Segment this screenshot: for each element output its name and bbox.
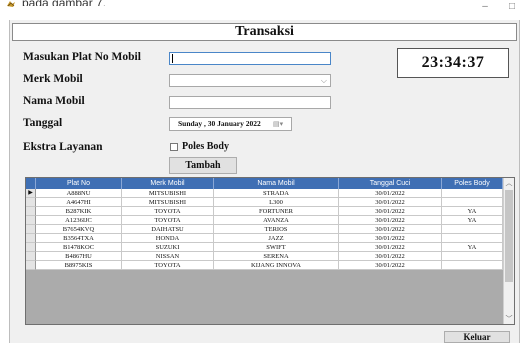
cell-poles	[442, 225, 503, 234]
cell-tanggal: 30/01/2022	[339, 216, 442, 225]
table-row[interactable]: B287KIK TOYOTA FORTUNER 30/01/2022 YA	[26, 207, 503, 216]
poles-body-label: Poles Body	[182, 141, 229, 152]
cell-nama: JAZZ	[214, 234, 339, 243]
table-row[interactable]: B3564TXA HONDA JAZZ 30/01/2022	[26, 234, 503, 243]
transaksi-grid: Plat No Merk Mobil Nama Mobil Tanggal Cu…	[25, 177, 515, 325]
merk-combobox[interactable]: ⌵	[169, 74, 331, 87]
cell-poles	[442, 261, 503, 270]
cell-merk: TOYOTA	[122, 261, 214, 270]
cell-nama: KIJANG INNOVA	[214, 261, 339, 270]
col-header-tanggal[interactable]: Tanggal Cuci	[339, 178, 442, 189]
cell-tanggal: 30/01/2022	[339, 207, 442, 216]
table-row[interactable]: B1478KOC SUZUKI SWIFT 30/01/2022 YA	[26, 243, 503, 252]
table-row[interactable]: B7654KVQ DAIHATSU TERIOS 30/01/2022	[26, 225, 503, 234]
cell-poles: YA	[442, 216, 503, 225]
grid-vertical-scrollbar[interactable]: ︿ ﹀	[503, 178, 514, 324]
keluar-button[interactable]: Keluar	[444, 331, 510, 343]
cell-poles: YA	[442, 243, 503, 252]
nama-input[interactable]	[169, 96, 331, 109]
cell-poles	[442, 198, 503, 207]
cell-poles: YA	[442, 207, 503, 216]
tambah-button[interactable]: Tambah	[169, 157, 237, 174]
cell-tanggal: 30/01/2022	[339, 225, 442, 234]
cell-poles	[442, 189, 503, 198]
cell-tanggal: 30/01/2022	[339, 243, 442, 252]
chevron-down-icon: ⌵	[320, 76, 327, 85]
table-row[interactable]: ▶ A888NU MITSUBISHI STRADA 30/01/2022	[26, 189, 503, 198]
col-header-poles[interactable]: Poles Body	[442, 178, 503, 189]
cell-nama: SWIFT	[214, 243, 339, 252]
poles-body-checkbox[interactable]	[170, 143, 178, 151]
cell-nama: STRADA	[214, 189, 339, 198]
tanggal-label: Tanggal	[23, 117, 63, 129]
layanan-label: Ekstra Layanan	[23, 141, 103, 153]
table-row[interactable]: A4647HI MITSUBISHI L300 30/01/2022	[26, 198, 503, 207]
app-icon	[6, 0, 16, 8]
cell-nama: L300	[214, 198, 339, 207]
col-header-plat[interactable]: Plat No	[36, 178, 122, 189]
cell-nama: AVANZA	[214, 216, 339, 225]
grid-header: Plat No Merk Mobil Nama Mobil Tanggal Cu…	[26, 178, 503, 189]
cell-merk: SUZUKI	[122, 243, 214, 252]
cell-plat: B7654KVQ	[36, 225, 122, 234]
cropped-caption: pada gambar 7.	[0, 0, 200, 6]
cell-nama: TERIOS	[214, 225, 339, 234]
cell-poles	[442, 252, 503, 261]
row-selector[interactable]	[26, 261, 36, 270]
tanggal-datepicker[interactable]: Sunday , 30 January 2022 ▤▾	[169, 117, 292, 131]
scroll-up-icon[interactable]: ︿	[504, 178, 514, 188]
minimize-button[interactable]: –	[478, 2, 492, 12]
scroll-down-icon[interactable]: ﹀	[504, 314, 514, 324]
cell-merk: TOYOTA	[122, 216, 214, 225]
maximize-button[interactable]: □	[505, 2, 519, 12]
cell-nama: SERENA	[214, 252, 339, 261]
plat-label: Masukan Plat No Mobil	[23, 51, 141, 63]
row-selector[interactable]	[26, 207, 36, 216]
cell-poles	[442, 234, 503, 243]
plat-input[interactable]	[169, 52, 331, 65]
col-header-merk[interactable]: Merk Mobil	[122, 178, 214, 189]
cell-plat: B1478KOC	[36, 243, 122, 252]
cell-plat: A1236IJC	[36, 216, 122, 225]
cell-merk: DAIHATSU	[122, 225, 214, 234]
form-title: Transaksi	[12, 23, 517, 41]
table-row[interactable]: B8975KIS TOYOTA KIJANG INNOVA 30/01/2022	[26, 261, 503, 270]
date-value: Sunday , 30 January 2022	[178, 119, 261, 128]
row-selector[interactable]	[26, 234, 36, 243]
cell-plat: B4867HU	[36, 252, 122, 261]
row-selector[interactable]: ▶	[26, 189, 36, 198]
cell-tanggal: 30/01/2022	[339, 261, 442, 270]
cell-tanggal: 30/01/2022	[339, 198, 442, 207]
row-selector[interactable]	[26, 198, 36, 207]
cell-plat: A888NU	[36, 189, 122, 198]
cell-plat: B3564TXA	[36, 234, 122, 243]
row-selector[interactable]	[26, 216, 36, 225]
table-row[interactable]: A1236IJC TOYOTA AVANZA 30/01/2022 YA	[26, 216, 503, 225]
cell-merk: MITSUBISHI	[122, 189, 214, 198]
cell-tanggal: 30/01/2022	[339, 252, 442, 261]
cell-merk: TOYOTA	[122, 207, 214, 216]
cell-plat: A4647HI	[36, 198, 122, 207]
row-selector[interactable]	[26, 252, 36, 261]
cell-merk: MITSUBISHI	[122, 198, 214, 207]
cell-tanggal: 30/01/2022	[339, 234, 442, 243]
calendar-dropdown-icon[interactable]: ▤▾	[273, 119, 289, 129]
transaksi-window: Transaksi Masukan Plat No Mobil Merk Mob…	[9, 20, 520, 343]
cell-merk: HONDA	[122, 234, 214, 243]
cell-plat: B8975KIS	[36, 261, 122, 270]
cell-tanggal: 30/01/2022	[339, 189, 442, 198]
cell-nama: FORTUNER	[214, 207, 339, 216]
col-header-nama[interactable]: Nama Mobil	[214, 178, 339, 189]
grid-corner	[26, 178, 36, 189]
cell-merk: NISSAN	[122, 252, 214, 261]
row-selector[interactable]	[26, 243, 36, 252]
nama-label: Nama Mobil	[23, 95, 85, 107]
table-row[interactable]: B4867HU NISSAN SERENA 30/01/2022	[26, 252, 503, 261]
text-caret	[172, 54, 173, 63]
row-selector[interactable]	[26, 225, 36, 234]
cell-plat: B287KIK	[36, 207, 122, 216]
clock-display: 23:34:37	[397, 48, 509, 78]
scroll-thumb[interactable]	[505, 190, 513, 282]
merk-label: Merk Mobil	[23, 73, 83, 85]
